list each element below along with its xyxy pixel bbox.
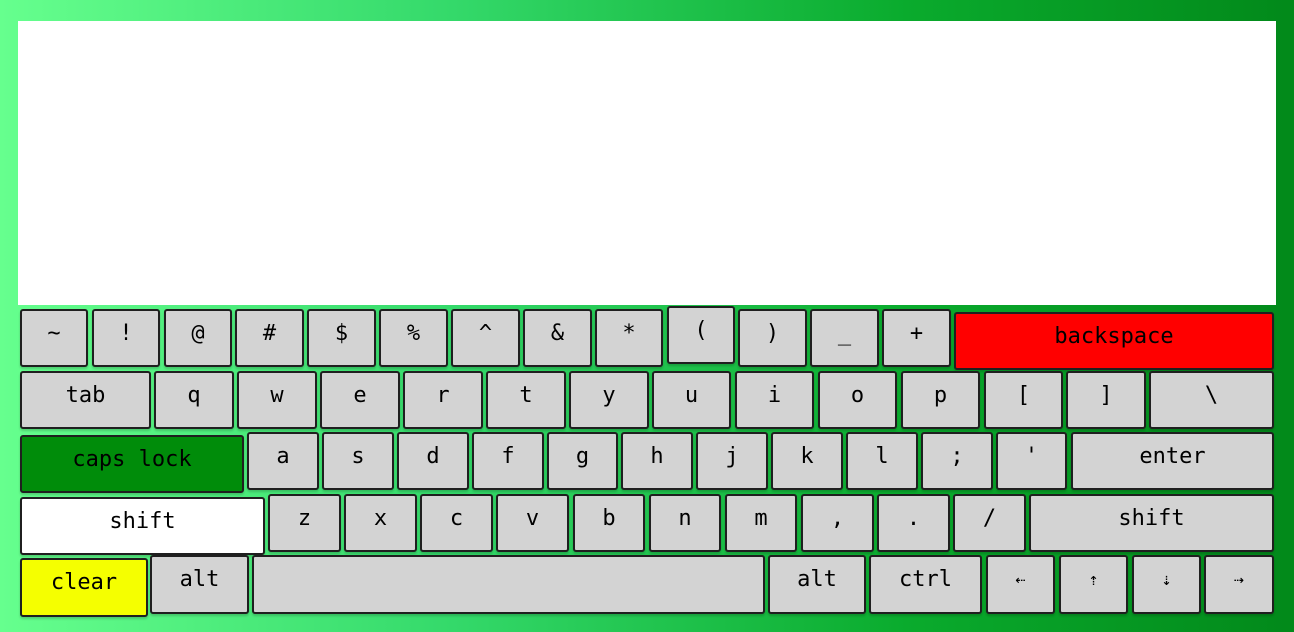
- key-underscore[interactable]: _: [810, 309, 879, 367]
- key-semicolon[interactable]: ;: [921, 432, 993, 490]
- key-k[interactable]: k: [771, 432, 843, 490]
- key-space[interactable]: [252, 555, 765, 614]
- key-backspace[interactable]: backspace: [954, 312, 1274, 370]
- key-hash[interactable]: #: [235, 309, 304, 367]
- key-slash[interactable]: /: [953, 494, 1026, 552]
- key-q[interactable]: q: [154, 371, 234, 429]
- key-alt-right[interactable]: alt: [768, 555, 866, 614]
- key-enter[interactable]: enter: [1071, 432, 1274, 490]
- key-g[interactable]: g: [547, 432, 618, 490]
- key-comma[interactable]: ,: [801, 494, 874, 552]
- key-backslash[interactable]: \: [1149, 371, 1274, 429]
- key-plus[interactable]: +: [882, 309, 951, 367]
- key-i[interactable]: i: [735, 371, 814, 429]
- key-caps-lock[interactable]: caps lock: [20, 435, 244, 493]
- key-t[interactable]: t: [486, 371, 566, 429]
- key-arrow-left[interactable]: ⇠: [986, 555, 1055, 614]
- key-x[interactable]: x: [344, 494, 417, 552]
- key-v[interactable]: v: [496, 494, 569, 552]
- key-quote[interactable]: ': [996, 432, 1067, 490]
- key-right-paren[interactable]: ): [738, 309, 807, 367]
- key-tab[interactable]: tab: [20, 371, 151, 429]
- key-m[interactable]: m: [725, 494, 797, 552]
- key-b[interactable]: b: [573, 494, 645, 552]
- key-shift-right[interactable]: shift: [1029, 494, 1274, 552]
- key-e[interactable]: e: [320, 371, 400, 429]
- key-d[interactable]: d: [397, 432, 469, 490]
- key-tilde[interactable]: ~: [20, 309, 88, 367]
- key-exclamation[interactable]: !: [92, 309, 160, 367]
- key-h[interactable]: h: [621, 432, 693, 490]
- key-clear[interactable]: clear: [20, 558, 148, 617]
- key-l[interactable]: l: [846, 432, 918, 490]
- key-dollar[interactable]: $: [307, 309, 376, 367]
- key-s[interactable]: s: [322, 432, 394, 490]
- key-p[interactable]: p: [901, 371, 980, 429]
- key-arrow-up[interactable]: ⇡: [1059, 555, 1128, 614]
- key-right-bracket[interactable]: ]: [1066, 371, 1146, 429]
- key-a[interactable]: a: [247, 432, 319, 490]
- key-y[interactable]: y: [569, 371, 649, 429]
- key-w[interactable]: w: [237, 371, 317, 429]
- key-caret[interactable]: ^: [451, 309, 520, 367]
- key-at[interactable]: @: [164, 309, 232, 367]
- key-r[interactable]: r: [403, 371, 483, 429]
- key-left-paren[interactable]: (: [667, 306, 735, 364]
- key-shift-left[interactable]: shift: [20, 497, 265, 555]
- key-asterisk[interactable]: *: [595, 309, 663, 367]
- key-j[interactable]: j: [696, 432, 768, 490]
- key-o[interactable]: o: [818, 371, 897, 429]
- key-z[interactable]: z: [268, 494, 341, 552]
- key-c[interactable]: c: [420, 494, 493, 552]
- key-arrow-down[interactable]: ⇣: [1132, 555, 1201, 614]
- key-arrow-right[interactable]: ⇢: [1204, 555, 1274, 614]
- key-alt-left[interactable]: alt: [150, 555, 249, 614]
- key-f[interactable]: f: [472, 432, 544, 490]
- key-ctrl[interactable]: ctrl: [869, 555, 982, 614]
- key-n[interactable]: n: [649, 494, 721, 552]
- key-left-bracket[interactable]: [: [984, 371, 1063, 429]
- key-ampersand[interactable]: &: [523, 309, 592, 367]
- text-display-area[interactable]: [18, 21, 1276, 305]
- key-period[interactable]: .: [877, 494, 950, 552]
- key-u[interactable]: u: [652, 371, 731, 429]
- key-percent[interactable]: %: [379, 309, 448, 367]
